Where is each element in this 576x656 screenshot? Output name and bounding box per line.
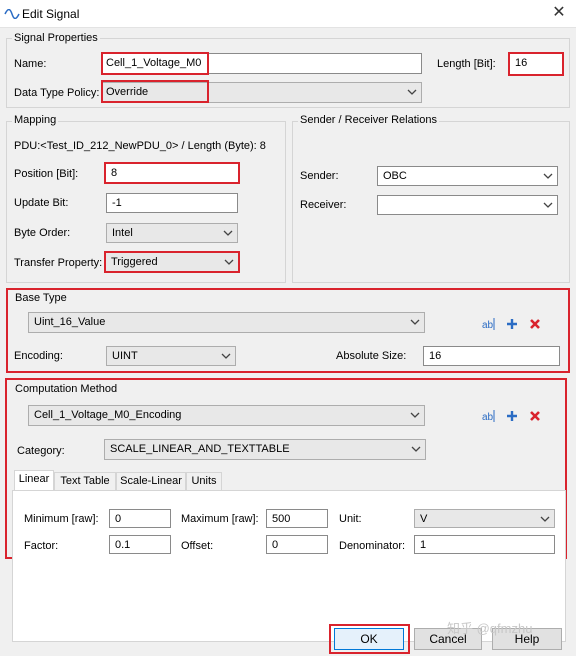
- update-bit-field[interactable]: -1: [106, 193, 238, 213]
- position-label: Position [Bit]:: [14, 168, 79, 180]
- computation-method-value: Cell_1_Voltage_M0_Encoding: [34, 409, 182, 421]
- maximum-raw-label: Maximum [raw]:: [181, 513, 259, 525]
- encoding-select[interactable]: UINT: [106, 346, 236, 366]
- delete-icon[interactable]: [528, 409, 542, 423]
- unit-label: Unit:: [339, 513, 362, 525]
- base-type-select[interactable]: Uint_16_Value: [28, 312, 425, 333]
- receiver-select[interactable]: [377, 195, 558, 215]
- data-type-policy-label: Data Type Policy:: [14, 87, 100, 99]
- denominator-field[interactable]: 1: [414, 535, 555, 554]
- sender-receiver-label: Sender / Receiver Relations: [298, 114, 439, 126]
- chevron-down-icon: [410, 319, 420, 325]
- position-field[interactable]: 8: [104, 162, 240, 184]
- byte-order-value: Intel: [112, 227, 133, 239]
- base-type-label: Base Type: [15, 292, 67, 304]
- offset-label: Offset:: [181, 540, 214, 552]
- absolute-size-label: Absolute Size:: [336, 350, 407, 362]
- category-select[interactable]: SCALE_LINEAR_AND_TEXTTABLE: [104, 439, 426, 460]
- tab-scale-linear[interactable]: Scale-Linear: [116, 472, 186, 491]
- mapping-label: Mapping: [12, 114, 59, 126]
- length-field[interactable]: 16: [508, 52, 564, 76]
- computation-method-select[interactable]: Cell_1_Voltage_M0_Encoding: [28, 405, 425, 426]
- factor-label: Factor:: [24, 540, 59, 552]
- rename-icon[interactable]: ab: [482, 409, 496, 423]
- name-label: Name:: [14, 58, 47, 70]
- chevron-down-icon: [223, 230, 233, 236]
- offset-field[interactable]: 0: [266, 535, 328, 554]
- delete-icon[interactable]: [528, 317, 542, 331]
- watermark: 知乎 @qfmzhu: [447, 621, 533, 636]
- signal-properties-label: Signal Properties: [12, 32, 100, 44]
- transfer-property-select[interactable]: Triggered: [104, 251, 240, 273]
- absolute-size-field[interactable]: 16: [423, 346, 560, 366]
- update-bit-label: Update Bit:: [14, 197, 69, 209]
- unit-value: V: [420, 513, 428, 525]
- svg-text:ab: ab: [482, 320, 494, 331]
- category-value: SCALE_LINEAR_AND_TEXTTABLE: [110, 443, 290, 455]
- chevron-down-icon: [410, 412, 420, 418]
- chevron-down-icon: [540, 516, 550, 522]
- name-value: Cell_1_Voltage_M0: [106, 57, 202, 69]
- signal-wave-icon: [4, 9, 20, 19]
- minimum-raw-label: Minimum [raw]:: [24, 513, 99, 525]
- category-label: Category:: [17, 445, 65, 457]
- rename-icon[interactable]: ab: [482, 317, 496, 331]
- chevron-down-icon: [221, 353, 231, 359]
- tab-linear[interactable]: Linear: [14, 470, 54, 491]
- chevron-down-icon: [543, 202, 553, 208]
- minimum-raw-field[interactable]: 0: [109, 509, 171, 528]
- tab-units[interactable]: Units: [186, 472, 222, 491]
- chevron-down-icon: [411, 446, 421, 452]
- byte-order-label: Byte Order:: [14, 227, 71, 239]
- transfer-property-label: Transfer Property:: [14, 257, 103, 269]
- sender-select[interactable]: OBC: [377, 166, 558, 186]
- chevron-down-icon: [543, 173, 553, 179]
- transfer-property-value: Triggered: [111, 256, 158, 268]
- chevron-down-icon: [407, 89, 417, 95]
- policy-value: Override: [106, 86, 149, 98]
- encoding-label: Encoding:: [14, 350, 63, 362]
- svg-text:ab: ab: [482, 412, 494, 423]
- computation-method-label: Computation Method: [15, 383, 118, 395]
- tab-text-table[interactable]: Text Table: [54, 472, 116, 491]
- ok-button[interactable]: OK: [334, 628, 404, 650]
- base-type-value: Uint_16_Value: [34, 316, 106, 328]
- maximum-raw-field[interactable]: 500: [266, 509, 328, 528]
- encoding-value: UINT: [112, 350, 138, 362]
- length-label: Length [Bit]:: [437, 58, 496, 70]
- add-icon[interactable]: [505, 317, 519, 331]
- factor-field[interactable]: 0.1: [109, 535, 171, 554]
- chevron-down-icon: [224, 259, 234, 265]
- window-title: Edit Signal: [22, 7, 80, 21]
- title-bar: [0, 0, 576, 28]
- byte-order-select[interactable]: Intel: [106, 223, 238, 243]
- sender-label: Sender:: [300, 170, 339, 182]
- sender-value: OBC: [383, 170, 407, 182]
- add-icon[interactable]: [505, 409, 519, 423]
- unit-select[interactable]: V: [414, 509, 555, 528]
- pdu-text: PDU:<Test_ID_212_NewPDU_0> / Length (Byt…: [14, 140, 266, 152]
- close-button[interactable]: ✕: [548, 3, 570, 23]
- denominator-label: Denominator:: [339, 540, 406, 552]
- receiver-label: Receiver:: [300, 199, 347, 211]
